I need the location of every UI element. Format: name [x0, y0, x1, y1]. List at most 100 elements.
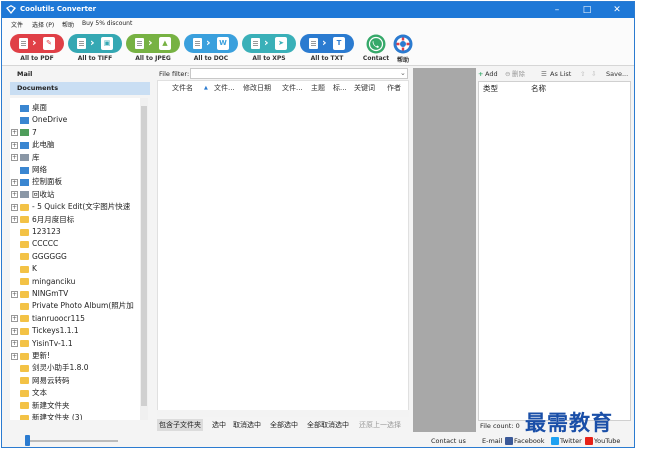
minimize-button[interactable]: – — [546, 2, 568, 18]
file-list: 文件名 ▲ 文件... 修改日期 文件... 主题 标... 关键词 作者 — [157, 80, 409, 412]
tree-item[interactable]: 网络 — [20, 164, 47, 176]
tab-select[interactable]: 选中 — [212, 419, 226, 431]
tree-item[interactable]: 新建文件夹 — [20, 400, 70, 412]
save-button[interactable]: Save... — [606, 68, 628, 80]
file-count-value: 0 — [515, 422, 520, 430]
tree-item-label: 网易云转码 — [32, 375, 70, 385]
nav-tab-documents[interactable]: Documents — [10, 82, 150, 95]
all-to-xps-button[interactable]: › ➤ All to XPS — [242, 34, 296, 66]
tree-item[interactable]: + 控制面板 — [11, 176, 62, 188]
tree-item[interactable]: 桌面 — [20, 102, 47, 114]
all-to-txt-button[interactable]: › T All to TXT — [300, 34, 354, 66]
tree-item[interactable]: + YisinTv-1.1 — [11, 338, 73, 350]
recycle-bin-icon — [20, 191, 29, 199]
tree-item[interactable]: 123123 — [20, 226, 61, 238]
expand-icon[interactable]: + — [11, 141, 18, 149]
menu-help[interactable]: 帮助 — [62, 20, 74, 29]
tree-item[interactable]: +7 — [11, 127, 37, 139]
tree-item[interactable]: OneDrive — [20, 114, 67, 126]
contact-button[interactable] — [366, 34, 386, 54]
tab-include-subfolders[interactable]: 包含子文件夹 — [157, 419, 203, 431]
tree-item[interactable]: minganciku — [20, 276, 75, 288]
tree-item[interactable]: + 库 — [11, 152, 40, 164]
tree-item[interactable]: + - 5 Quick Edit(文字图片快速 — [11, 201, 130, 213]
tab-deselect[interactable]: 取消选中 — [233, 419, 261, 431]
all-to-jpeg-button[interactable]: › ▲ All to JPEG — [126, 34, 180, 66]
tab-deselect-all[interactable]: 全部取消选中 — [307, 419, 349, 431]
column-header-filesize[interactable]: 文件... — [282, 82, 303, 94]
expand-icon[interactable]: + — [11, 327, 18, 335]
phone-icon — [366, 34, 386, 54]
tree-item[interactable]: K — [20, 263, 37, 275]
tree-item[interactable]: + 回收站 — [11, 189, 55, 201]
all-to-tiff-button[interactable]: › ▣ All to TIFF — [68, 34, 122, 66]
column-header-author[interactable]: 作者 — [387, 82, 401, 94]
tree-item[interactable]: + Tickeys1.1.1 — [11, 325, 79, 337]
expand-icon[interactable]: + — [11, 352, 18, 360]
folder-icon — [20, 315, 29, 323]
file-list-hscrollbar[interactable] — [157, 410, 409, 417]
tree-item[interactable]: +6月月度目标 — [11, 214, 74, 226]
facebook-icon — [505, 437, 513, 445]
arrow-up-icon[interactable]: ⇧ — [580, 68, 585, 80]
column-header-name[interactable]: 名称 — [531, 83, 546, 94]
expand-icon[interactable]: + — [11, 154, 18, 162]
nav-tab-mail[interactable]: Mail — [10, 68, 150, 81]
expand-icon[interactable]: + — [11, 178, 18, 186]
expand-icon[interactable]: + — [11, 315, 18, 323]
menu-file[interactable]: 文件 — [11, 20, 23, 29]
tree-item[interactable]: CCCCC — [20, 238, 58, 250]
tree-item[interactable]: + tianruoocr115 — [11, 313, 85, 325]
column-header-modified[interactable]: 修改日期 — [243, 82, 271, 94]
delete-button[interactable]: 删除 — [512, 68, 525, 80]
expand-icon[interactable]: + — [11, 290, 18, 298]
tree-scrollbar-thumb[interactable] — [141, 106, 147, 406]
expand-icon[interactable]: + — [11, 191, 18, 199]
tree-item[interactable]: + 更新! — [11, 350, 50, 362]
help-button[interactable] — [393, 34, 413, 54]
expand-icon[interactable]: + — [11, 129, 18, 137]
tab-select-all[interactable]: 全部选中 — [270, 419, 298, 431]
tree-item[interactable]: 网易云转码 — [20, 375, 70, 387]
expand-icon[interactable]: + — [11, 216, 18, 224]
tree-item[interactable]: GGGGGG — [20, 251, 67, 263]
all-to-jpeg-label: All to JPEG — [135, 55, 171, 62]
contact-us-link[interactable]: Contact us — [431, 435, 466, 447]
tree-item[interactable]: 剑灵小助手1.8.0 — [20, 362, 89, 374]
doc-pill: › W — [184, 34, 238, 53]
all-to-pdf-button[interactable]: › ✎ All to PDF — [10, 34, 64, 66]
add-button[interactable]: Add — [485, 68, 498, 80]
all-to-doc-button[interactable]: › W All to DOC — [184, 34, 238, 66]
preview-splitter[interactable] — [413, 68, 476, 432]
folder-icon — [20, 228, 29, 236]
email-link[interactable]: E-mail — [482, 435, 502, 447]
tree-item[interactable]: 新建文件夹 (3) — [20, 412, 83, 420]
arrow-right-icon: › — [322, 36, 327, 49]
tree-item-label: GGGGGG — [32, 251, 67, 261]
tree-item[interactable]: + 此电脑 — [11, 139, 55, 151]
column-header-filename[interactable]: 文件名 — [172, 82, 193, 94]
maximize-button[interactable]: □ — [576, 2, 598, 18]
help-label: 帮助 — [396, 57, 409, 64]
expand-icon[interactable]: + — [11, 340, 18, 348]
column-header-title[interactable]: 标... — [333, 82, 347, 94]
column-header-type[interactable]: 类型 — [483, 83, 498, 94]
file-filter-input[interactable] — [190, 68, 408, 79]
menu-select[interactable]: 选择 (P) — [32, 20, 54, 29]
tab-restore-selection[interactable]: 还原上一选择 — [359, 419, 401, 431]
arrow-down-icon[interactable]: ⇩ — [591, 68, 596, 80]
column-header-filetype[interactable]: 文件... — [214, 82, 235, 94]
menu-bar: 文件 选择 (P) 帮助 Buy 5% discount — [2, 18, 634, 30]
tree-item-label: 更新! — [32, 351, 51, 360]
tree-item[interactable]: Private Photo Album(照片加 — [20, 300, 134, 312]
as-list-button[interactable]: As List — [550, 68, 571, 80]
column-header-subject[interactable]: 主题 — [311, 82, 325, 94]
tree-item[interactable]: 文本 — [20, 387, 47, 399]
expand-icon[interactable]: + — [11, 203, 18, 211]
tree-item[interactable]: + NINGmTV — [11, 288, 68, 300]
chevron-down-icon[interactable]: ⌄ — [400, 69, 406, 77]
menu-buy-discount[interactable]: Buy 5% discount — [82, 20, 132, 27]
column-header-keywords[interactable]: 关键词 — [354, 82, 375, 94]
close-button[interactable]: ✕ — [606, 2, 628, 18]
tree-scrollbar[interactable] — [140, 98, 148, 420]
